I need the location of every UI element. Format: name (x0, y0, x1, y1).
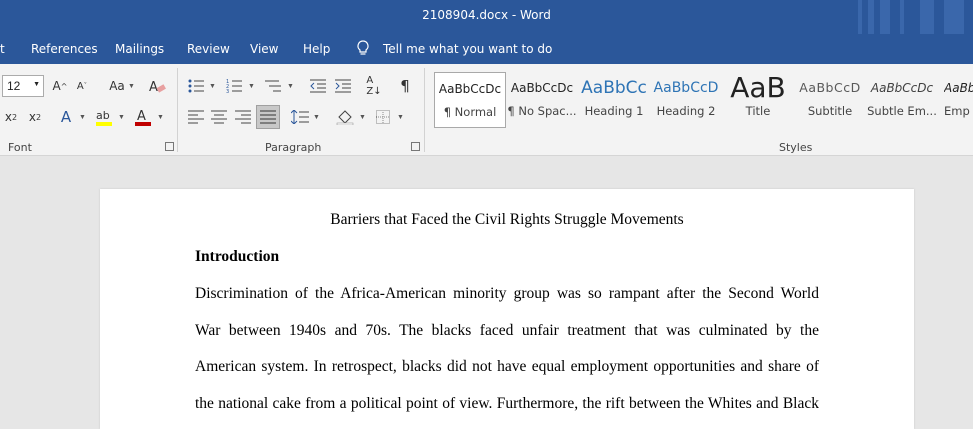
decrease-indent-icon[interactable] (308, 75, 328, 97)
multilevel-list-icon[interactable] (263, 75, 283, 97)
paragraph-line-text: War between 1940s and 70s. The blacks fa… (195, 322, 819, 339)
paragraph-line-text: Discrimination of the Africa-American mi… (195, 285, 819, 302)
tab-layout-partial[interactable]: t (0, 42, 5, 56)
svg-text:A: A (137, 109, 146, 124)
font-group-label: Font (8, 141, 32, 154)
show-formatting-marks-icon[interactable]: ¶ (395, 75, 415, 97)
group-separator (424, 68, 425, 152)
style-normal[interactable]: AaBbCcDc ¶ Normal (434, 72, 506, 128)
style-preview: AaBbCc (581, 78, 647, 98)
tab-mailings[interactable]: Mailings (115, 42, 164, 56)
svg-text:3: 3 (226, 89, 229, 93)
chevron-down-icon[interactable]: ▼ (157, 114, 164, 121)
chevron-down-icon[interactable]: ▼ (397, 114, 404, 121)
chevron-down-icon[interactable]: ▼ (287, 83, 294, 90)
style-name: ¶ No Spac... (507, 104, 577, 118)
group-separator (177, 68, 178, 152)
tab-help[interactable]: Help (303, 42, 330, 56)
paragraph-line[interactable]: the national cake from a political point… (195, 395, 819, 413)
chevron-down-icon[interactable]: ▼ (33, 81, 40, 88)
tab-review[interactable]: Review (187, 42, 230, 56)
styles-group-label: Styles (779, 141, 813, 154)
paragraph-group-label: Paragraph (265, 141, 322, 154)
paragraph-line[interactable]: American system. In retrospect, blacks d… (195, 358, 819, 376)
text-effects-icon[interactable]: A (56, 106, 76, 128)
style-preview: AaBbCcDc (870, 81, 934, 95)
window-title: 2108904.docx - Word (422, 8, 551, 22)
chevron-down-icon[interactable]: ▼ (248, 83, 255, 90)
style-no-spacing[interactable]: AaBbCcDc ¶ No Spac... (506, 72, 578, 128)
section-heading[interactable]: Introduction (195, 248, 819, 266)
numbering-icon[interactable]: 123 (224, 75, 244, 97)
style-subtle-emphasis[interactable]: AaBbCcDc Subtle Em... (866, 72, 938, 128)
style-preview: AaBb (944, 81, 973, 95)
style-subtitle[interactable]: AaBbCcD Subtitle (794, 72, 866, 128)
style-name: Heading 2 (656, 104, 716, 118)
style-heading-2[interactable]: AaBbCcD Heading 2 (650, 72, 722, 128)
font-color-icon[interactable]: A (132, 106, 154, 128)
clear-formatting-icon[interactable]: A (146, 75, 168, 97)
bullets-icon[interactable] (186, 75, 206, 97)
borders-icon[interactable] (373, 106, 393, 128)
line-spacing-icon[interactable] (290, 106, 310, 128)
tell-me-search[interactable]: Tell me what you want to do (383, 42, 552, 56)
sort-icon[interactable]: A Z↓ (364, 75, 384, 97)
increase-indent-icon[interactable] (333, 75, 353, 97)
document-page[interactable]: Barriers that Faced the Civil Rights Str… (100, 189, 914, 429)
paragraph-line-text: American system. In retrospect, blacks d… (195, 358, 819, 375)
chevron-down-icon[interactable]: ▼ (118, 114, 125, 121)
align-left-icon[interactable] (186, 106, 206, 128)
justify-icon[interactable] (256, 105, 280, 129)
style-name: Heading 1 (584, 104, 644, 118)
style-name: Title (745, 104, 771, 118)
style-title[interactable]: AaB Title (722, 72, 794, 128)
paragraph-dialog-launcher-icon[interactable] (411, 142, 420, 151)
align-right-icon[interactable] (233, 106, 253, 128)
highlight-color-icon[interactable]: ab (93, 106, 115, 128)
style-name: Emp (944, 104, 970, 118)
superscript-icon[interactable]: x2 (26, 106, 44, 128)
chevron-down-icon[interactable]: ▼ (79, 114, 86, 121)
grow-font-icon[interactable]: A ^ (50, 75, 70, 97)
svg-text:ab: ab (96, 109, 110, 122)
style-name: Subtitle (807, 104, 853, 118)
ribbon: 12 ▼ A ^ Aˇ Aa ▼ A x2 x2 A ▼ ab ▼ A ▼ Fon… (0, 64, 973, 156)
style-preview: AaBbCcDc (510, 81, 574, 95)
chevron-down-icon[interactable]: ▼ (128, 83, 135, 90)
change-case-icon[interactable]: Aa (104, 75, 130, 97)
subscript-icon[interactable]: x2 (2, 106, 20, 128)
style-preview: AaBbCcD (799, 80, 861, 95)
font-dialog-launcher-icon[interactable] (165, 142, 174, 151)
chevron-down-icon[interactable]: ▼ (313, 114, 320, 121)
document-title[interactable]: Barriers that Faced the Civil Rights Str… (195, 211, 819, 229)
align-center-icon[interactable] (209, 106, 229, 128)
style-heading-1[interactable]: AaBbCc Heading 1 (578, 72, 650, 128)
chevron-down-icon[interactable]: ▼ (209, 83, 216, 90)
tab-view[interactable]: View (250, 42, 278, 56)
shrink-font-icon[interactable]: Aˇ (72, 75, 92, 97)
chevron-down-icon[interactable]: ▼ (359, 114, 366, 121)
lightbulb-icon[interactable] (356, 40, 370, 59)
style-name: Subtle Em... (867, 104, 937, 118)
style-emphasis[interactable]: AaBb Emp (938, 72, 973, 128)
style-name: ¶ Normal (443, 105, 497, 119)
paragraph-line[interactable]: War between 1940s and 70s. The blacks fa… (195, 322, 819, 340)
tab-references[interactable]: References (31, 42, 98, 56)
style-preview: AaBbCcDc (438, 82, 502, 96)
ribbon-tabs: t References Mailings Review View Help T… (0, 34, 973, 64)
shading-icon[interactable] (334, 106, 356, 128)
style-preview: AaBbCcD (653, 80, 719, 96)
svg-text:A: A (149, 80, 158, 94)
font-size-box[interactable]: 12 ▼ (2, 75, 44, 97)
style-preview: AaB (730, 72, 786, 104)
title-bar: 2108904.docx - Word (0, 0, 973, 34)
font-size-value: 12 (7, 79, 21, 93)
paragraph-line-text: the national cake from a political point… (195, 395, 819, 412)
paragraph-line[interactable]: Discrimination of the Africa-American mi… (195, 285, 819, 303)
